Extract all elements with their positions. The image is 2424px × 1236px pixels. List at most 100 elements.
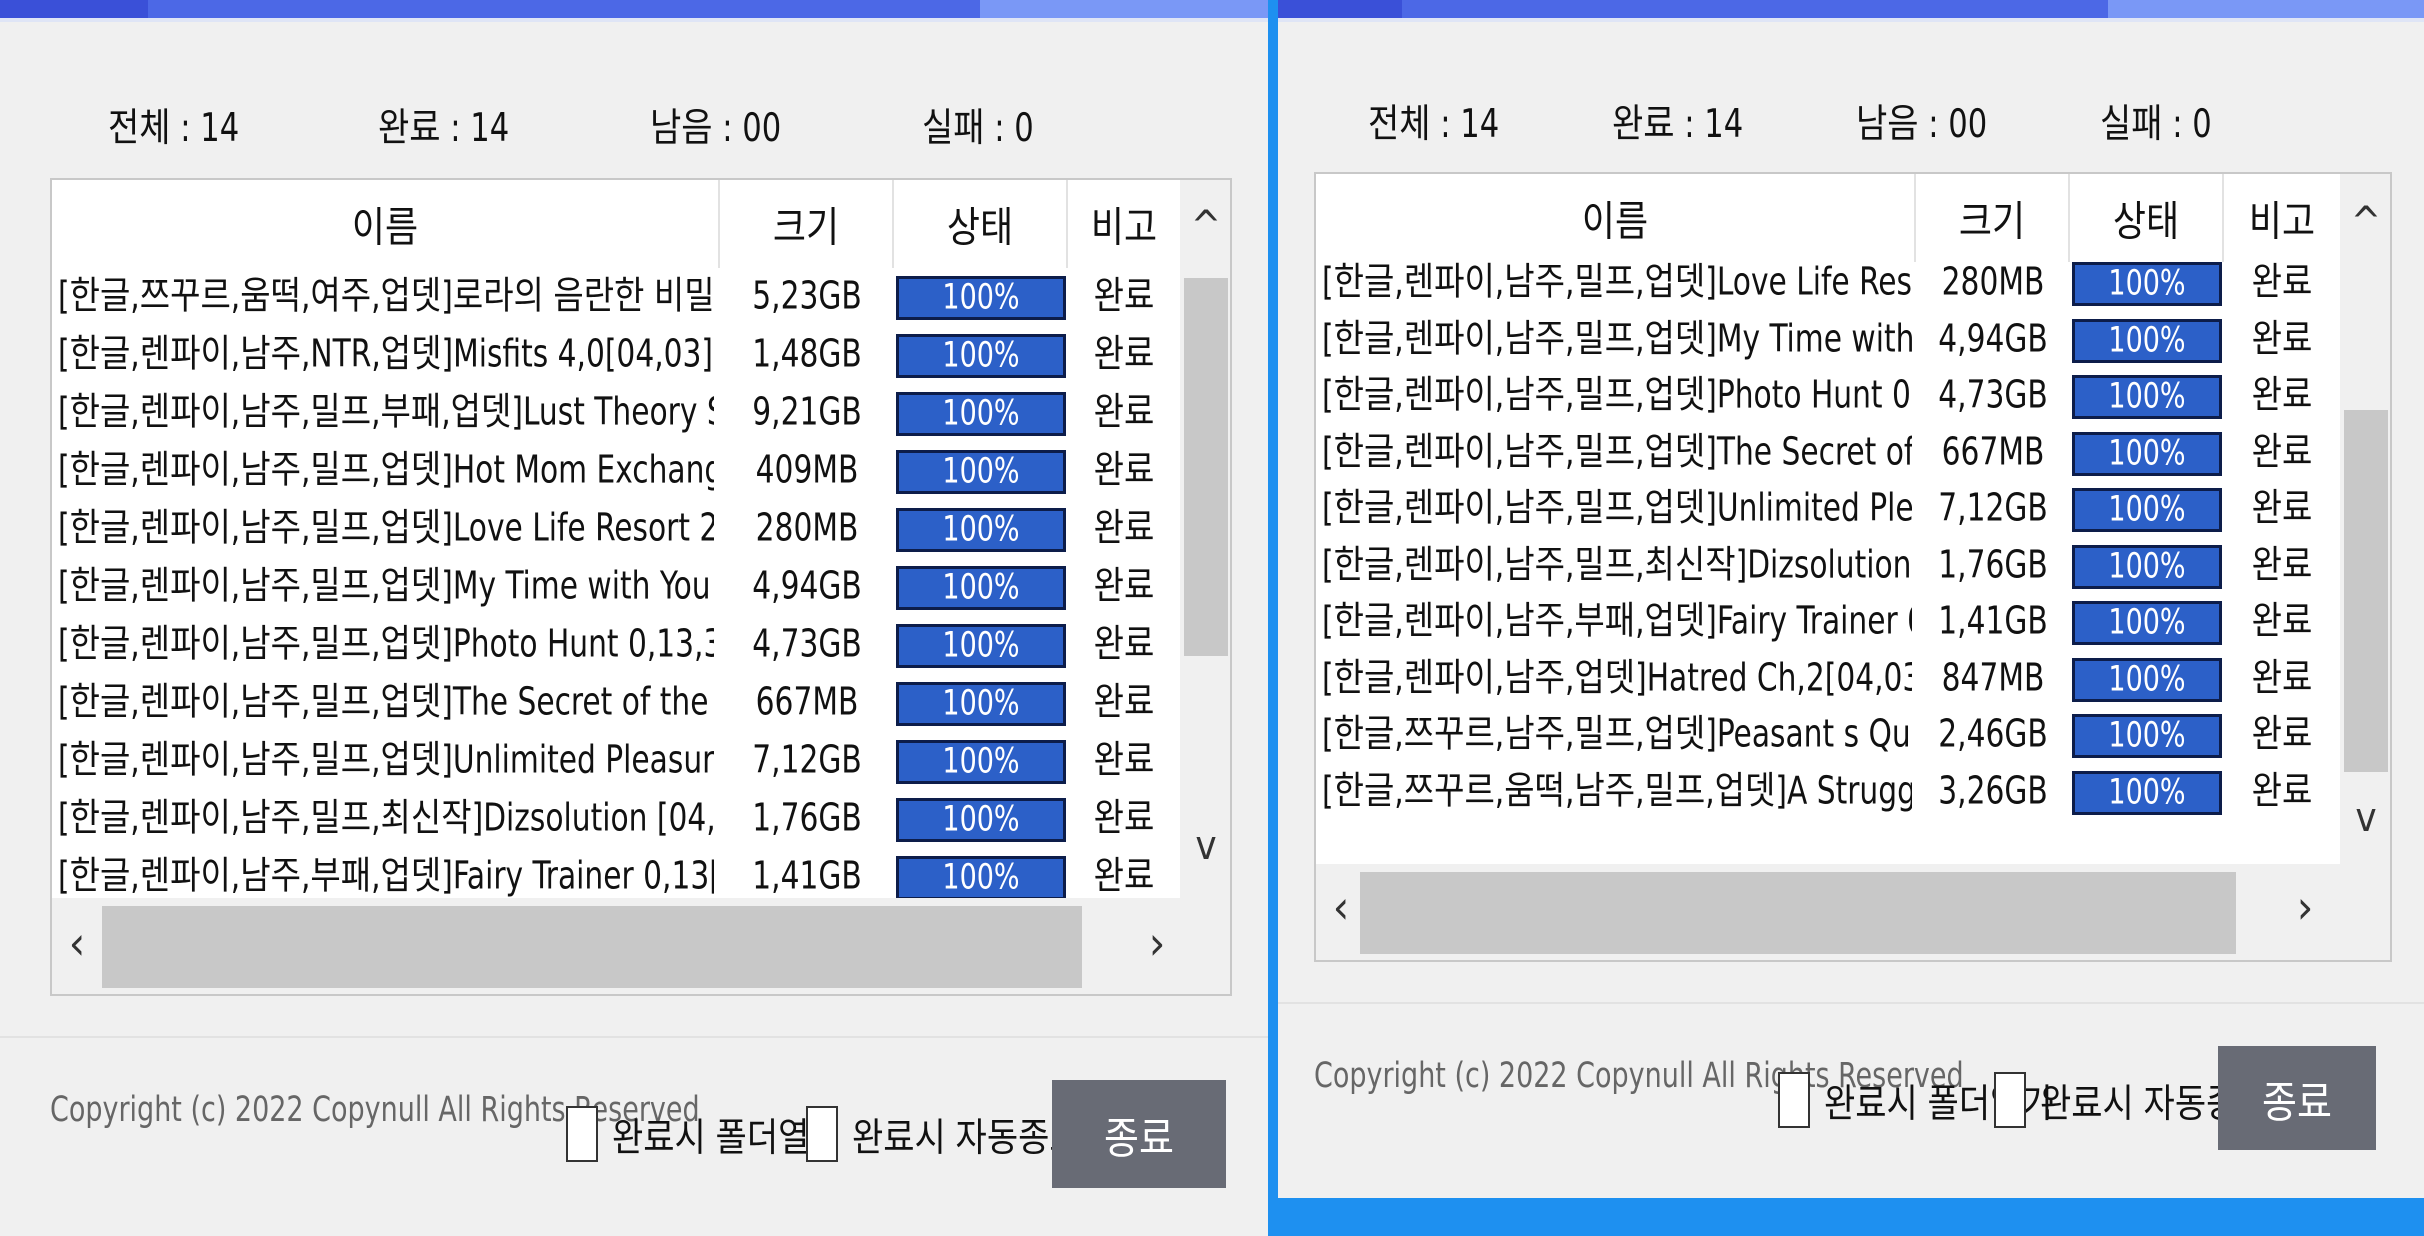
table-row[interactable]: [한글,렌파이,남주,밀프,업뎃]Photo Hunt 0,13,3b[04,0…	[52, 616, 1180, 672]
column-header-size[interactable]: 크기	[720, 180, 894, 268]
file-size: 4,73GB	[752, 621, 862, 666]
file-note: 완료	[2251, 372, 2313, 417]
vertical-scrollbar[interactable]: ^ v	[2340, 174, 2390, 864]
table-row[interactable]: [한글,렌파이,남주,밀프,부패,업뎃]Lust Theory S2 E8[04…	[52, 384, 1180, 440]
exit-button[interactable]: 종료	[1052, 1080, 1226, 1188]
file-size: 280MB	[755, 505, 859, 550]
open-folder-option[interactable]: 완료시 폴더열기	[566, 1106, 841, 1162]
scroll-up-icon[interactable]: ^	[1180, 200, 1230, 252]
table-row[interactable]: [한글,렌파이,남주,밀프,최신작]Dizsolution [04,03],zi…	[1316, 537, 2340, 593]
progress-bar: 100%	[896, 392, 1066, 436]
file-note: 완료	[1093, 273, 1155, 318]
progress-bar: 100%	[896, 334, 1066, 378]
table-row[interactable]: [한글,렌파이,남주,밀프,업뎃]My Time with You Book,1…	[52, 558, 1180, 614]
stat-done: 완료 : 14	[1612, 101, 1744, 148]
file-note: 완료	[1093, 389, 1155, 434]
table-row[interactable]: [한글,렌파이,남주,밀프,업뎃]Unlimited Pleasure 0,7,…	[52, 732, 1180, 788]
file-name: [한글,렌파이,남주,밀프,업뎃]Photo Hunt 0,13,3b[04,0…	[58, 621, 714, 666]
horizontal-scroll-thumb[interactable]	[102, 906, 1082, 988]
file-note: 완료	[2251, 654, 2313, 700]
file-name: [한글,렌파이,남주,부패,업뎃]Fairy Trainer 0,13[04,0…	[1322, 598, 1912, 643]
auto-exit-checkbox[interactable]	[1994, 1072, 2026, 1128]
file-name: [한글,렌파이,남주,밀프,부패,업뎃]Lust Theory S2 E8[04…	[58, 389, 714, 434]
file-note: 완료	[2251, 315, 2313, 361]
table-row[interactable]: [한글,렌파이,남주,밀프,최신작]Dizsolution [04,03],zi…	[52, 790, 1180, 846]
progress-bar: 100%	[896, 566, 1066, 610]
table-row[interactable]: [한글,렌파이,남주,밀프,업뎃]Unlimited Pleasure 0,7,…	[1316, 480, 2340, 536]
column-header-name[interactable]: 이름	[1316, 174, 1916, 262]
column-header-size[interactable]: 크기	[1916, 174, 2070, 262]
file-note: 완료	[2251, 428, 2313, 474]
title-bar[interactable]	[1278, 0, 2424, 22]
file-name: [한글,렌파이,남주,밀프,업뎃]My Time with You Book,1…	[1322, 315, 1912, 361]
column-header-name[interactable]: 이름	[52, 180, 720, 268]
file-size: 1,48GB	[752, 331, 862, 376]
file-note: 완료	[2251, 767, 2313, 813]
open-folder-checkbox[interactable]	[566, 1106, 598, 1162]
file-note: 완료	[1093, 737, 1155, 782]
horizontal-scrollbar[interactable]: ‹ ›	[52, 898, 1230, 994]
table-row[interactable]: [한글,렌파이,남주,밀프,업뎃]The Secret of the House…	[52, 674, 1180, 730]
file-name: [한글,렌파이,남주,밀프,업뎃]Unlimited Pleasure 0,7,…	[1322, 485, 1912, 530]
table-row[interactable]: [한글,렌파이,남주,밀프,업뎃]Love Life Resort 2,0[04…	[1316, 254, 2340, 310]
column-header-status[interactable]: 상태	[894, 180, 1068, 268]
scroll-up-icon[interactable]: ^	[2340, 196, 2390, 248]
stat-done: 완료 : 14	[378, 105, 510, 152]
vertical-scroll-thumb[interactable]	[1184, 278, 1228, 656]
progress-bar: 100%	[896, 276, 1066, 320]
stat-total: 전체 : 14	[108, 105, 240, 152]
column-header-note[interactable]: 비고	[2224, 174, 2340, 262]
table-row[interactable]: [한글,렌파이,남주,업뎃]Hatred Ch,2[04,03],zip,ezc…	[1316, 650, 2340, 706]
progress-bar: 100%	[2072, 488, 2222, 532]
scroll-left-icon[interactable]: ‹	[52, 916, 102, 970]
progress-bar: 100%	[896, 740, 1066, 784]
file-size: 667MB	[755, 679, 859, 724]
progress-bar: 100%	[2072, 431, 2222, 476]
title-bar[interactable]	[0, 0, 1268, 22]
file-name: [한글,렌파이,남주,밀프,업뎃]Hot Mom Exchange Club 0…	[58, 447, 714, 492]
column-header-note[interactable]: 비고	[1068, 180, 1180, 268]
auto-exit-option[interactable]: 완료시 자동종료	[806, 1106, 1081, 1162]
file-name: [한글,렌파이,남주,밀프,최신작]Dizsolution [04,03],zi…	[58, 795, 714, 840]
exit-button[interactable]: 종료	[2218, 1046, 2376, 1150]
file-name: [한글,렌파이,남주,업뎃]Hatred Ch,2[04,03],zip,ezc	[1322, 654, 1912, 700]
file-list[interactable]: 이름 크기 상태 비고 [한글,렌파이,남주,밀프,업뎃]Love Life R…	[1314, 172, 2392, 962]
file-size: 280MB	[1941, 259, 2045, 304]
table-row[interactable]: [한글,렌파이,남주,밀프,업뎃]My Time with You Book,1…	[1316, 311, 2340, 367]
file-size: 4,94GB	[1938, 315, 2048, 361]
auto-exit-checkbox[interactable]	[806, 1106, 838, 1162]
table-row[interactable]: [한글,쯔꾸르,남주,밀프,업뎃]Peasant s Quest 2,70[04…	[1316, 706, 2340, 762]
scroll-down-icon[interactable]: v	[2340, 792, 2390, 844]
scroll-right-icon[interactable]: ›	[2280, 880, 2330, 934]
table-row[interactable]: [한글,렌파이,남주,NTR,업뎃]Misfits 4,0[04,03],zip…	[52, 326, 1180, 382]
column-header-status[interactable]: 상태	[2070, 174, 2224, 262]
file-size: 7,12GB	[752, 737, 862, 782]
file-name: [한글,렌파이,남주,밀프,최신작]Dizsolution [04,03],zi…	[1322, 541, 1912, 587]
file-size: 5,23GB	[752, 273, 862, 318]
file-size: 1,76GB	[1938, 541, 2048, 587]
scroll-right-icon[interactable]: ›	[1132, 916, 1182, 970]
table-row[interactable]: [한글,렌파이,남주,밀프,업뎃]The Secret of the House…	[1316, 424, 2340, 480]
scroll-down-icon[interactable]: v	[1180, 820, 1230, 872]
file-name: [한글,렌파이,남주,NTR,업뎃]Misfits 4,0[04,03],zip…	[58, 331, 714, 376]
file-list[interactable]: 이름 크기 상태 비고 [한글,쯔꾸르,움떡,여주,업뎃]로라의 음란한 비밀 …	[50, 178, 1232, 996]
table-row[interactable]: [한글,렌파이,남주,부패,업뎃]Fairy Trainer 0,13[04,0…	[1316, 593, 2340, 649]
file-name: [한글,렌파이,남주,밀프,업뎃]Love Life Resort 2,0[04…	[58, 505, 714, 550]
scroll-left-icon[interactable]: ‹	[1316, 880, 1366, 934]
file-size: 7,12GB	[1938, 485, 2048, 530]
table-row[interactable]: [한글,쯔꾸르,움떡,남주,밀프,업뎃]A Struggle With Sin …	[1316, 763, 2340, 819]
file-name: [한글,렌파이,남주,밀프,업뎃]Photo Hunt 0,13,3b[04,0…	[1322, 372, 1912, 417]
table-row[interactable]: [한글,렌파이,남주,부패,업뎃]Fairy Trainer 0,13[04,0…	[52, 848, 1180, 904]
table-row[interactable]: [한글,쯔꾸르,움떡,여주,업뎃]로라의 음란한 비밀 0,9[04,03],z…	[52, 268, 1180, 324]
horizontal-scroll-thumb[interactable]	[1360, 872, 2236, 954]
file-note: 완료	[1093, 505, 1155, 550]
file-name: [한글,렌파이,남주,밀프,업뎃]Unlimited Pleasure 0,7,…	[58, 737, 714, 782]
download-window-left: 전체 : 14 완료 : 14 남음 : 00 실패 : 0 이름 크기 상태 …	[0, 0, 1268, 1236]
horizontal-scrollbar[interactable]: ‹ ›	[1316, 864, 2390, 960]
table-row[interactable]: [한글,렌파이,남주,밀프,업뎃]Hot Mom Exchange Club 0…	[52, 442, 1180, 498]
vertical-scroll-thumb[interactable]	[2344, 410, 2388, 772]
table-row[interactable]: [한글,렌파이,남주,밀프,업뎃]Love Life Resort 2,0[04…	[52, 500, 1180, 556]
table-row[interactable]: [한글,렌파이,남주,밀프,업뎃]Photo Hunt 0,13,3b[04,0…	[1316, 367, 2340, 423]
vertical-scrollbar[interactable]: ^ v	[1180, 180, 1230, 898]
open-folder-checkbox[interactable]	[1778, 1072, 1810, 1128]
